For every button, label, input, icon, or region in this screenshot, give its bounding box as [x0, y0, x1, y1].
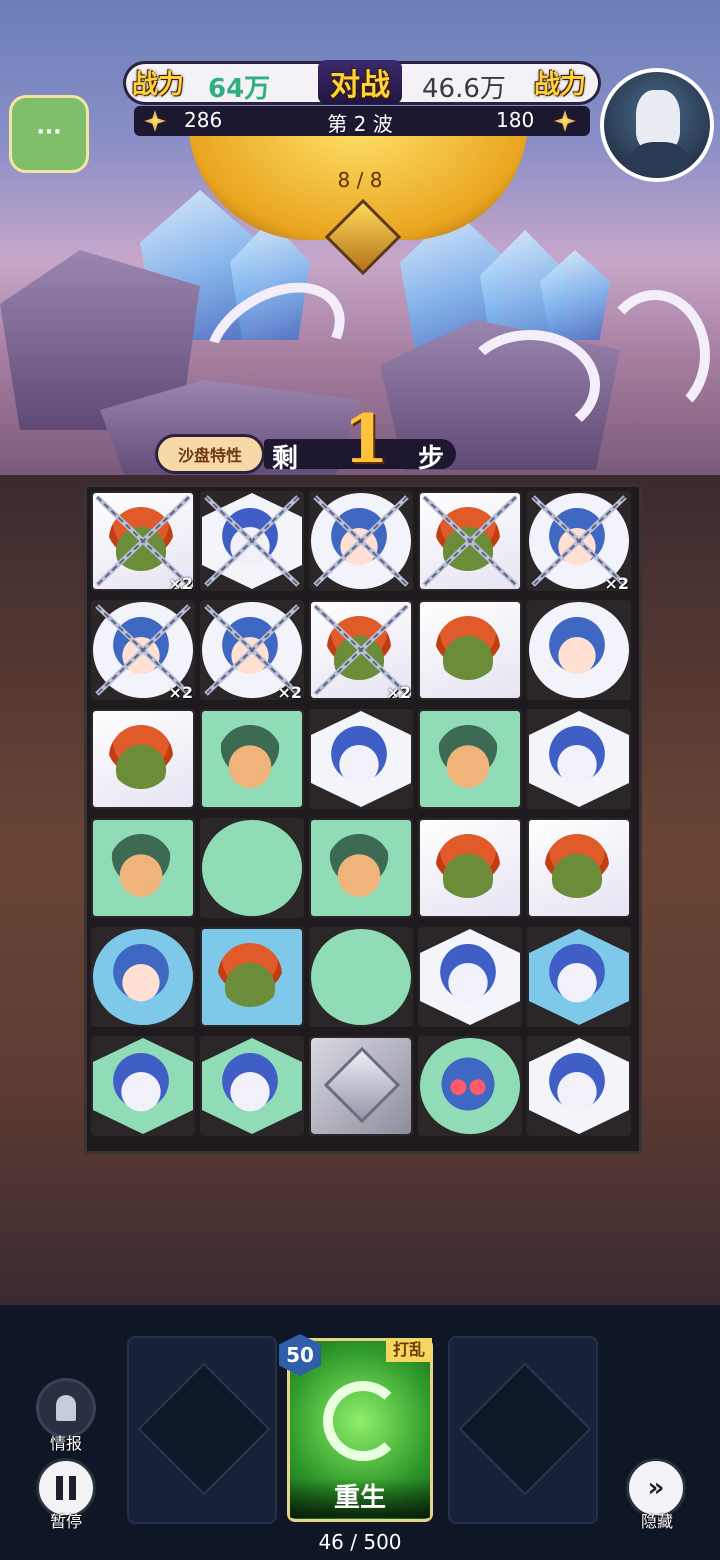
board-cell[interactable]: [418, 927, 522, 1027]
steps-remaining: 1: [343, 400, 389, 478]
board-cell[interactable]: [200, 927, 304, 1027]
board-cell[interactable]: [418, 600, 522, 700]
board-cell[interactable]: [527, 709, 631, 809]
chain-multiplier: ×2: [604, 574, 629, 593]
enemy-avatar[interactable]: [600, 68, 714, 182]
card-name: 重生: [290, 1478, 430, 1518]
board-cell[interactable]: [418, 709, 522, 809]
girl-face-icon: [109, 943, 173, 1007]
green-face-icon: [109, 834, 173, 898]
left-power-label: 战力: [132, 70, 185, 100]
chain-multiplier: ×2: [277, 683, 302, 702]
empty-skill-slot-left[interactable]: [127, 1336, 277, 1524]
steps-suffix: 步: [418, 444, 445, 474]
board-cell[interactable]: [91, 1036, 195, 1136]
tile-circ-green: [202, 820, 302, 916]
board-cell[interactable]: [91, 818, 195, 918]
board-cell[interactable]: [418, 1036, 522, 1136]
board-cell[interactable]: [418, 491, 522, 591]
sandbox-trait-button[interactable]: 沙盘特性: [158, 437, 262, 471]
blue-face-icon: [545, 943, 609, 1007]
board-cell[interactable]: [527, 600, 631, 700]
steps-prefix: 剩: [272, 444, 299, 474]
board-cell[interactable]: ×2: [200, 600, 304, 702]
blue-face-icon: [218, 1052, 282, 1116]
board-cell[interactable]: ×2: [91, 491, 195, 593]
bell-icon: [56, 1395, 76, 1421]
board-cell[interactable]: [527, 818, 631, 918]
energy-counter: 46 / 500: [318, 1530, 402, 1554]
wave-progress: 8 / 8: [337, 168, 383, 192]
chain-multiplier: ×2: [168, 574, 193, 593]
left-gem-count: 286: [184, 108, 223, 132]
empty-skill-slot-right[interactable]: [448, 1336, 598, 1524]
right-power-label: 战力: [534, 70, 587, 100]
board-cell[interactable]: [91, 709, 195, 809]
board-cell[interactable]: [200, 1036, 304, 1136]
board-cell[interactable]: [200, 491, 304, 591]
tile-circ-green: [311, 929, 411, 1025]
blue-face-icon: [109, 1052, 173, 1116]
girl-face-icon: [545, 616, 609, 680]
double-chevron-icon: »: [647, 1473, 665, 1503]
board-cell[interactable]: ×2: [527, 491, 631, 593]
left-power-value: 64万: [208, 74, 271, 104]
match-board: ×2 ×2 ×2 ×2 ×2: [84, 484, 642, 1154]
board-cell[interactable]: [418, 818, 522, 918]
orange-face-icon: [436, 616, 500, 680]
chain-multiplier: ×2: [386, 683, 411, 702]
blue-face-icon: [327, 725, 391, 789]
board-cell[interactable]: [91, 927, 195, 1027]
hide-label: 隐藏: [640, 1512, 673, 1531]
chain-multiplier: ×2: [168, 683, 193, 702]
card-tag: 打乱: [386, 1338, 432, 1362]
vs-label: 对战: [330, 68, 390, 103]
chain-lock-icon: [418, 491, 522, 591]
board-cell[interactable]: [309, 709, 413, 809]
pause-label: 暂停: [49, 1512, 82, 1531]
board-cell[interactable]: [309, 818, 413, 918]
blue-face-icon: [545, 725, 609, 789]
right-gem-count: 180: [496, 108, 535, 132]
board-cell[interactable]: [200, 709, 304, 809]
wave-label: 第 2 波: [327, 112, 393, 136]
orange-face-icon: [545, 834, 609, 898]
right-power-value: 46.6万: [422, 74, 506, 104]
board-cell[interactable]: [527, 927, 631, 1027]
player-avatar[interactable]: ···: [12, 98, 86, 170]
orange-face-icon: [109, 725, 173, 789]
info-label: 情报: [49, 1434, 82, 1453]
avatar-menu-icon[interactable]: ···: [12, 120, 86, 145]
goggle-face-icon: [436, 1052, 500, 1116]
orange-face-icon: [436, 834, 500, 898]
pause-icon: [56, 1476, 76, 1500]
board-cell[interactable]: [309, 927, 413, 1027]
board-cell[interactable]: [200, 818, 304, 918]
vs-badge: 对战: [318, 60, 402, 104]
info-button[interactable]: [36, 1378, 96, 1438]
chain-lock-icon: [309, 491, 413, 591]
recycle-icon: [323, 1381, 403, 1461]
blue-face-icon: [436, 943, 500, 1007]
board-cell[interactable]: [527, 1036, 631, 1136]
board-cell[interactable]: [309, 491, 413, 591]
board-cell[interactable]: ×2: [309, 600, 413, 702]
orange-face-icon: [218, 943, 282, 1007]
green-face-icon: [436, 725, 500, 789]
board-cell[interactable]: [309, 1036, 413, 1136]
green-face-icon: [327, 834, 391, 898]
blue-face-icon: [545, 1052, 609, 1116]
chain-lock-icon: [200, 491, 304, 591]
board-cell[interactable]: ×2: [91, 600, 195, 702]
green-face-icon: [218, 725, 282, 789]
